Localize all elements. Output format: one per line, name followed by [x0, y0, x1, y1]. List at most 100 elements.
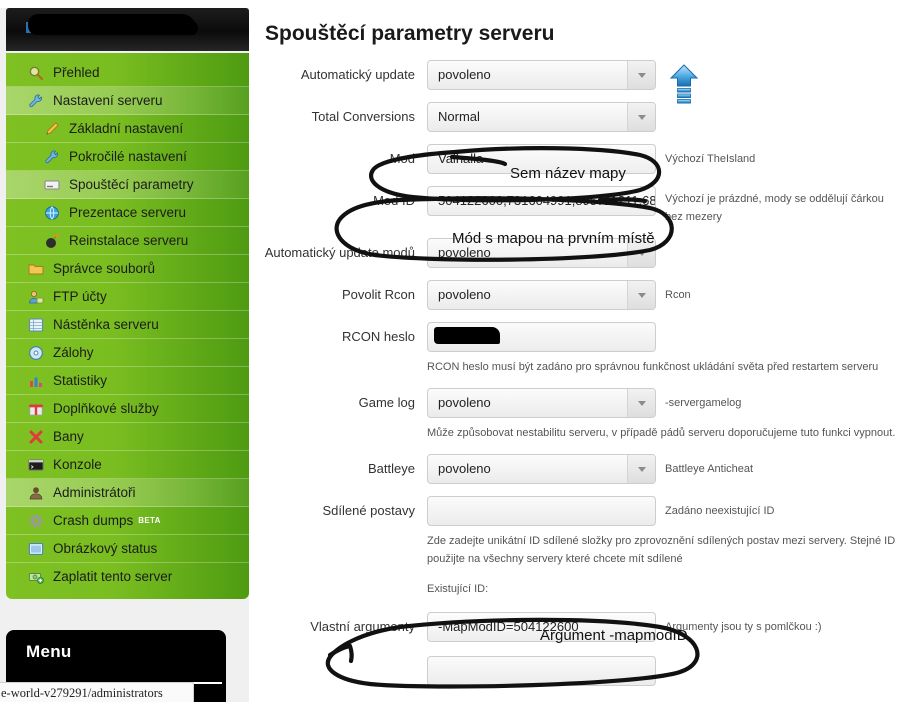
sidebar-item-crash-dumps[interactable]: Crash dumps BETA: [6, 507, 249, 535]
chevron-down-icon[interactable]: [627, 281, 655, 309]
field-value: povoleno: [438, 461, 491, 476]
field-label: Game log: [358, 395, 415, 410]
sidebar-item-konzole[interactable]: Konzole: [6, 451, 249, 479]
sidebar-item-statistiky[interactable]: Statistiky: [6, 367, 249, 395]
gift-icon: [28, 401, 46, 417]
board-icon: [28, 317, 46, 333]
sidebar-item-label: Statistiky: [53, 372, 108, 388]
field-value: Normal: [438, 109, 480, 124]
sidebar-item-label: FTP účty: [53, 288, 107, 304]
form-row: RCON heslo: [249, 322, 921, 352]
sidebar-item-z-kladn-nastaven[interactable]: Základní nastavení: [6, 115, 249, 143]
chevron-down-icon[interactable]: [627, 103, 655, 131]
chevron-down-icon[interactable]: [627, 61, 655, 89]
sidebar: Přehled Nastavení serveru Základní nastave…: [0, 0, 249, 702]
money-icon: [28, 569, 46, 585]
sidebar-item-z-lohy[interactable]: Zálohy: [6, 339, 249, 367]
select-8[interactable]: povoleno: [427, 454, 656, 484]
form-row: Game log povoleno -servergamelog: [249, 388, 921, 418]
form-field-group: Automatický update povoleno: [249, 60, 921, 102]
select-1[interactable]: Normal: [427, 102, 656, 132]
select-0[interactable]: povoleno: [427, 60, 656, 90]
redaction-bar-secondary: [156, 21, 198, 35]
form-row: Sdílené postavy Zadáno neexistující ID: [249, 496, 921, 526]
chevron-down-icon[interactable]: [627, 389, 655, 417]
input-6[interactable]: [427, 322, 656, 352]
menu-card-title: Menu: [26, 642, 72, 661]
sidebar-item-spou-t-c-parametry[interactable]: Spouštěcí parametry: [6, 171, 249, 199]
sidebar-item-pokro-il-nastaven[interactable]: Pokročilé nastavení: [6, 143, 249, 171]
sidebar-item-label: Crash dumps: [53, 512, 134, 528]
sidebar-item-prezentace-serveru[interactable]: Prezentace serveru: [6, 199, 249, 227]
globe-icon: [44, 205, 62, 221]
folder-icon: [28, 261, 46, 277]
sidebar-item-label: Nástěnka serveru: [53, 316, 159, 332]
row-spacer: [249, 442, 921, 454]
form-row: Battleye povoleno Battleye Anticheat: [249, 454, 921, 484]
red-x-icon: [28, 429, 46, 445]
user-ftp-icon: [28, 289, 46, 305]
row-spacer: [249, 90, 921, 102]
form-field-group: Povolit Rcon povoleno Rcon: [249, 280, 921, 322]
app-window: Přehled Nastavení serveru Základní nastave…: [0, 0, 921, 702]
custom-arguments-hint: Argumenty jsou ty s pomlčkou :): [665, 621, 822, 633]
top-white-strip: [0, 0, 249, 8]
form-field-group: Sdílené postavy Zadáno neexistující ID Zde…: [249, 496, 921, 580]
sidebar-item-administr-to-i[interactable]: Administrátoři: [6, 479, 249, 507]
sidebar-item-spr-vce-soubor[interactable]: Správce souborů: [6, 255, 249, 283]
sidebar-item-ftp-ty[interactable]: FTP účty: [6, 283, 249, 311]
sidebar-item-label: Přehled: [53, 64, 100, 80]
input-3[interactable]: 504122600,731604991,895711211,6865: [427, 186, 656, 216]
pencil-icon: [44, 121, 62, 137]
field-label: Total Conversions: [311, 109, 415, 124]
page-title: Spouštěcí parametry serveru: [265, 22, 555, 45]
sidebar-item-obr-zkov-status[interactable]: Obrázkový status: [6, 535, 249, 563]
sidebar-item-label: Pokročilé nastavení: [69, 148, 187, 164]
beta-badge: BETA: [138, 516, 161, 525]
form-field-group: Battleye povoleno Battleye Anticheat: [249, 454, 921, 496]
sidebar-item-bany[interactable]: Bany: [6, 423, 249, 451]
sidebar-item-dopl-kov-slu-by[interactable]: Doplňkové služby: [6, 395, 249, 423]
sidebar-item-label: Základní nastavení: [69, 120, 184, 136]
server-parameters-form: Automatický update povoleno Total Conversi…: [249, 60, 921, 686]
field-wrapper: [427, 322, 656, 352]
field-hint: -servergamelog: [665, 397, 742, 409]
row-spacer: [249, 132, 921, 144]
field-label: Battleye: [368, 461, 415, 476]
chevron-down-icon[interactable]: [627, 455, 655, 483]
field-value: povoleno: [438, 395, 491, 410]
next-field-input[interactable]: [427, 656, 656, 686]
sidebar-item-label: Nastavení serveru: [53, 92, 163, 108]
bomb-icon: [44, 233, 62, 249]
select-7[interactable]: povoleno: [427, 388, 656, 418]
brand-header: [6, 8, 249, 51]
row-spacer: [249, 310, 921, 322]
sidebar-item-zaplatit-tento-server[interactable]: Zaplatit tento server: [6, 563, 249, 591]
gear-icon: [28, 513, 46, 529]
browser-status-url: e-world-v279291/administrators: [0, 682, 194, 702]
sidebar-item-label: Spouštěcí parametry: [69, 176, 194, 192]
field-label: Mod ID: [373, 193, 415, 208]
field-hint: Rcon: [665, 289, 691, 301]
console-icon: [28, 457, 46, 473]
wrench-icon: [28, 93, 46, 109]
form-row: Automatický update povoleno: [249, 60, 921, 90]
field-hint: Výchozí TheIsland: [665, 153, 756, 165]
sidebar-item-label: Správce souborů: [53, 260, 156, 276]
input-9[interactable]: [427, 496, 656, 526]
sidebar-item-label: Doplňkové služby: [53, 400, 159, 416]
field-wrapper: povoleno: [427, 388, 656, 418]
sidebar-item-p-ehled[interactable]: Přehled: [6, 59, 249, 87]
sidebar-item-nastaven-serveru[interactable]: Nastavení serveru: [6, 87, 249, 115]
image-icon: [28, 541, 46, 557]
sidebar-item-reinstalace-serveru[interactable]: Reinstalace serveru: [6, 227, 249, 255]
row-spacer: [249, 484, 921, 496]
field-value: povoleno: [438, 67, 491, 82]
main-content: Spouštěcí parametry serveru Automatický …: [249, 0, 921, 702]
field-wrapper: 504122600,731604991,895711211,6865: [427, 186, 656, 216]
sidebar-item-label: Administrátoři: [53, 484, 136, 500]
form-field-group: RCON heslo RCON heslo musí být zadáno pro…: [249, 322, 921, 388]
field-label: RCON heslo: [342, 329, 415, 344]
select-5[interactable]: povoleno: [427, 280, 656, 310]
sidebar-item-n-st-nka-serveru[interactable]: Nástěnka serveru: [6, 311, 249, 339]
